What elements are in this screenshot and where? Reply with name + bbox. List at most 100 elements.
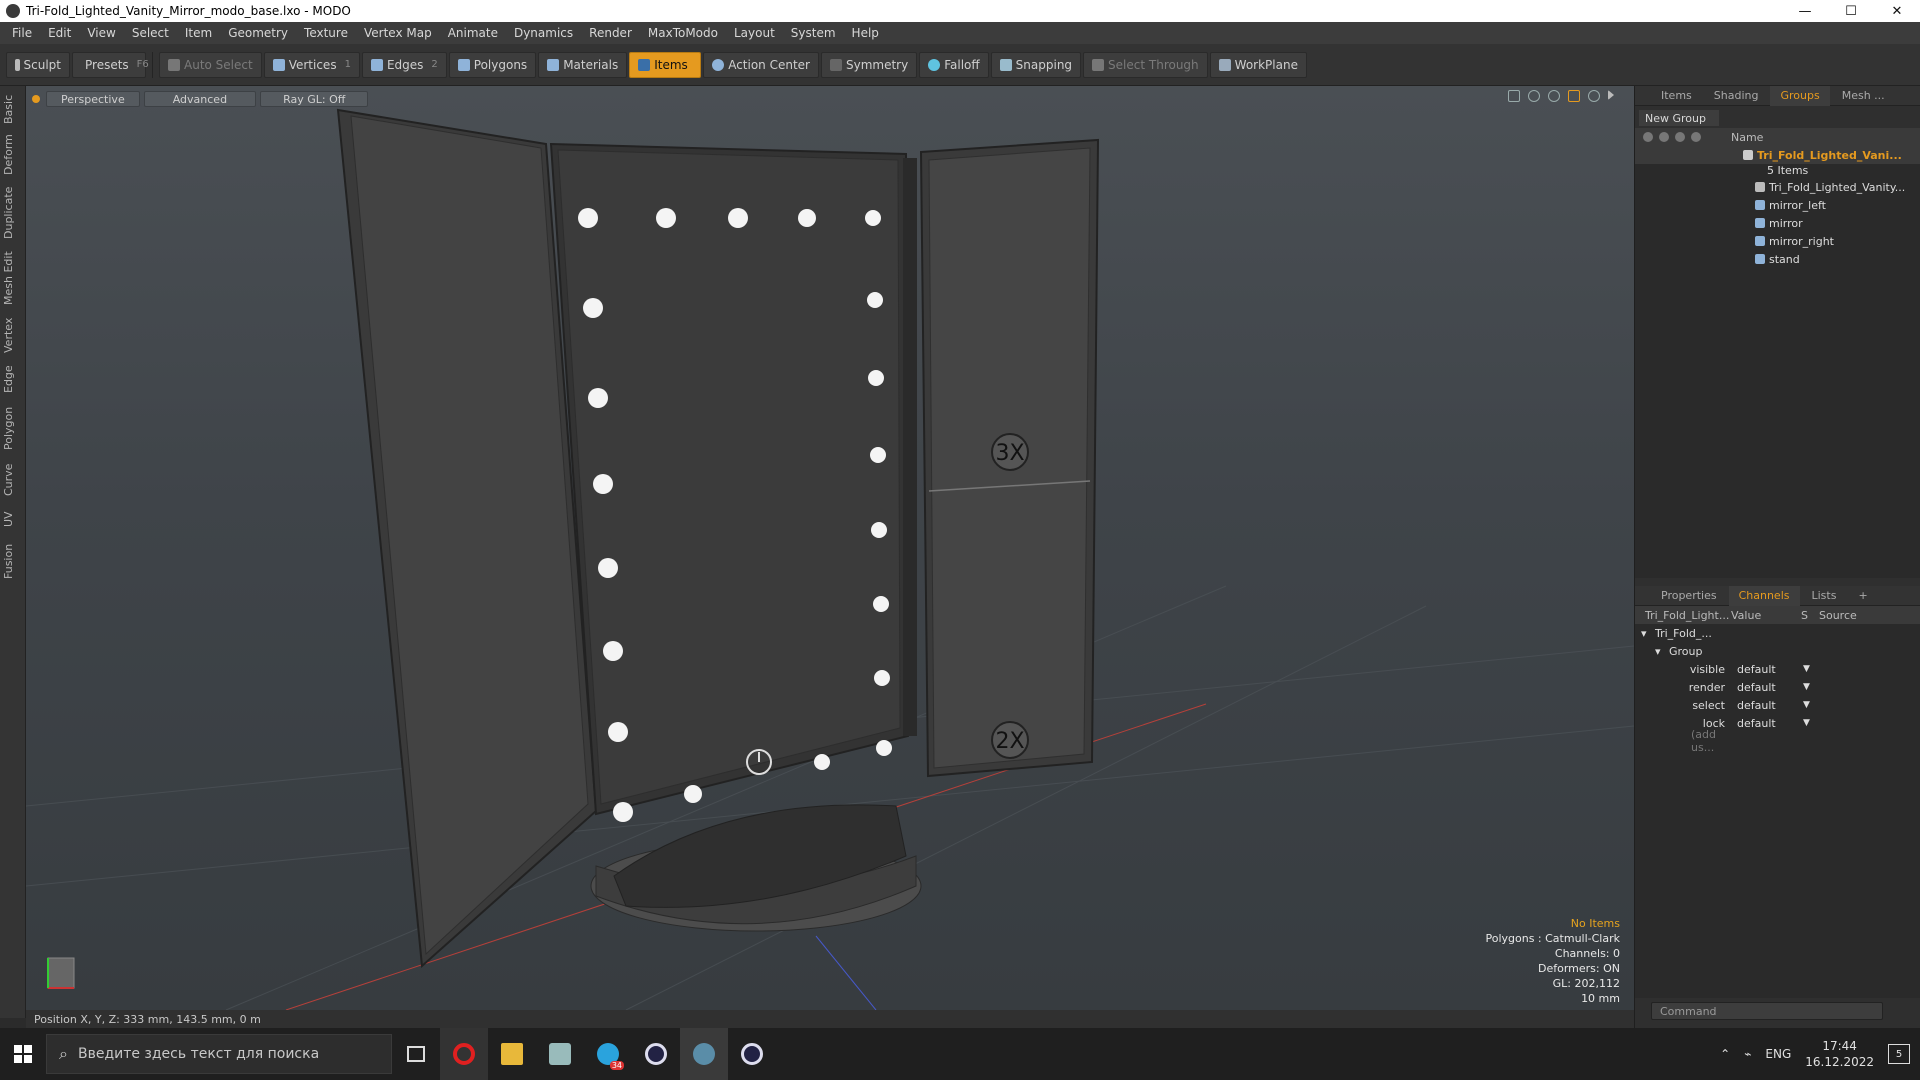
notifications-icon[interactable]: 5 xyxy=(1888,1044,1910,1064)
menu-animate[interactable]: Animate xyxy=(440,26,506,40)
menu-edit[interactable]: Edit xyxy=(40,26,79,40)
tab-edge[interactable]: Edge xyxy=(2,362,24,396)
menu-system[interactable]: System xyxy=(783,26,844,40)
tab-channels[interactable]: Channels xyxy=(1728,585,1800,606)
channel-value-dropdown[interactable]: default xyxy=(1733,681,1803,694)
close-button[interactable]: ✕ xyxy=(1874,0,1920,22)
chevron-down-icon[interactable]: ▼ xyxy=(1803,700,1813,710)
new-group-button[interactable]: New Group xyxy=(1639,110,1719,126)
group-child-row[interactable]: stand xyxy=(1635,250,1920,268)
channel-value-dropdown[interactable]: default xyxy=(1733,717,1803,730)
zoom-icon[interactable] xyxy=(1548,90,1560,102)
collapse-icon[interactable]: ▾ xyxy=(1635,645,1669,658)
language-indicator[interactable]: ENG xyxy=(1765,1047,1791,1061)
task-view-button[interactable] xyxy=(392,1028,440,1080)
select-through-button[interactable]: Select Through xyxy=(1083,51,1208,78)
minimize-button[interactable]: — xyxy=(1782,0,1828,22)
tab-duplicate[interactable]: Duplicate xyxy=(2,184,24,242)
telegram-app[interactable]: 34 xyxy=(584,1028,632,1080)
menu-geometry[interactable]: Geometry xyxy=(220,26,296,40)
tab-lists[interactable]: Lists xyxy=(1802,586,1847,606)
tab-fusion[interactable]: Fusion xyxy=(2,538,24,584)
tab-vertex[interactable]: Vertex xyxy=(2,314,24,356)
file-explorer-app[interactable] xyxy=(488,1028,536,1080)
workplane-button[interactable]: WorkPlane xyxy=(1209,51,1307,78)
snapping-button[interactable]: Snapping xyxy=(990,51,1082,78)
channel-row-select[interactable]: select default ▼ xyxy=(1635,696,1920,714)
chevron-down-icon[interactable]: ▼ xyxy=(1803,682,1813,692)
action-center-button[interactable]: Action Center xyxy=(703,51,819,78)
rotate-icon[interactable] xyxy=(1528,90,1540,102)
channel-group-row[interactable]: ▾ Group xyxy=(1635,642,1920,660)
view-mode-dropdown[interactable]: Perspective xyxy=(46,91,140,107)
vertices-button[interactable]: Vertices 1 xyxy=(263,51,360,78)
tab-uv[interactable]: UV xyxy=(2,506,24,532)
polygons-button[interactable]: Polygons xyxy=(448,51,537,78)
channel-root-row[interactable]: ▾ Tri_Fold_... xyxy=(1635,624,1920,642)
tab-deform[interactable]: Deform xyxy=(2,132,24,178)
sculpt-button[interactable]: Sculpt xyxy=(6,51,70,78)
maximize-button[interactable]: ☐ xyxy=(1828,0,1874,22)
menu-dynamics[interactable]: Dynamics xyxy=(506,26,581,40)
items-button[interactable]: Items xyxy=(629,51,702,78)
shading-mode-dropdown[interactable]: Advanced xyxy=(143,91,257,107)
tab-polygon[interactable]: Polygon xyxy=(2,402,24,454)
menu-view[interactable]: View xyxy=(79,26,123,40)
channel-value-dropdown[interactable]: default xyxy=(1733,663,1803,676)
menu-vertex-map[interactable]: Vertex Map xyxy=(356,26,440,40)
menu-item[interactable]: Item xyxy=(177,26,220,40)
network-icon[interactable]: ⌁ xyxy=(1744,1047,1751,1061)
group-child-row[interactable]: Tri_Fold_Lighted_Vanity... xyxy=(1635,178,1920,196)
menu-render[interactable]: Render xyxy=(581,26,640,40)
pan-icon[interactable] xyxy=(1508,90,1520,102)
edges-button[interactable]: Edges 2 xyxy=(361,51,447,78)
chevron-up-icon[interactable]: ⌃ xyxy=(1720,1047,1730,1061)
tab-groups[interactable]: Groups xyxy=(1770,85,1830,106)
materials-button[interactable]: Materials xyxy=(538,51,628,78)
chevron-down-icon[interactable]: ▼ xyxy=(1803,664,1813,674)
clock[interactable]: 17:44 16.12.2022 xyxy=(1805,1038,1874,1070)
command-input[interactable]: Command xyxy=(1651,1002,1883,1020)
tab-items[interactable]: Items xyxy=(1651,86,1702,106)
app-circle-2[interactable] xyxy=(728,1028,776,1080)
menu-maxtomodo[interactable]: MaxToModo xyxy=(640,26,726,40)
tab-curve[interactable]: Curve xyxy=(2,460,24,500)
menu-texture[interactable]: Texture xyxy=(296,26,356,40)
tab-properties[interactable]: Properties xyxy=(1651,586,1727,606)
collapse-icon[interactable]: ▾ xyxy=(1635,627,1655,640)
settings-gear-icon[interactable] xyxy=(1588,90,1600,102)
viewport-menu-dot[interactable] xyxy=(32,95,40,103)
start-button[interactable] xyxy=(0,1028,46,1080)
app-window[interactable] xyxy=(536,1028,584,1080)
symmetry-button[interactable]: Symmetry xyxy=(821,51,918,78)
chevron-down-icon[interactable]: ▼ xyxy=(1803,718,1813,728)
channel-row-visible[interactable]: visible default ▼ xyxy=(1635,660,1920,678)
presets-button[interactable]: Presets F6 xyxy=(72,51,149,78)
group-row[interactable]: Tri_Fold_Lighted_Vani... xyxy=(1635,146,1920,164)
group-child-row[interactable]: mirror_left xyxy=(1635,196,1920,214)
falloff-button[interactable]: Falloff xyxy=(919,51,989,78)
add-tab-button[interactable]: + xyxy=(1848,586,1877,606)
tab-shading[interactable]: Shading xyxy=(1704,86,1769,106)
chevron-right-icon[interactable] xyxy=(1608,90,1614,100)
channel-value-dropdown[interactable]: default xyxy=(1733,699,1803,712)
menu-select[interactable]: Select xyxy=(124,26,177,40)
tab-mesh[interactable]: Mesh ... xyxy=(1832,86,1895,106)
menu-layout[interactable]: Layout xyxy=(726,26,783,40)
auto-select-button[interactable]: Auto Select xyxy=(159,51,262,78)
channel-row-render[interactable]: render default ▼ xyxy=(1635,678,1920,696)
app-circle-1[interactable] xyxy=(632,1028,680,1080)
taskbar-search[interactable]: ⌕ Введите здесь текст для поиска xyxy=(46,1034,392,1074)
modo-app[interactable] xyxy=(680,1028,728,1080)
group-child-row[interactable]: mirror_right xyxy=(1635,232,1920,250)
add-user-channel-row[interactable]: (add us... xyxy=(1635,728,1920,754)
tab-mesh-edit[interactable]: Mesh Edit xyxy=(2,248,24,308)
opera-app[interactable] xyxy=(440,1028,488,1080)
raygl-toggle[interactable]: Ray GL: Off xyxy=(260,91,369,107)
menu-help[interactable]: Help xyxy=(844,26,887,40)
menu-file[interactable]: File xyxy=(4,26,40,40)
fit-icon[interactable] xyxy=(1568,90,1580,102)
group-child-row[interactable]: mirror xyxy=(1635,214,1920,232)
3d-viewport[interactable]: 3X 2X Perspective Advanced Ray GL: Off N… xyxy=(26,86,1634,1010)
tab-basic[interactable]: Basic xyxy=(2,92,24,126)
